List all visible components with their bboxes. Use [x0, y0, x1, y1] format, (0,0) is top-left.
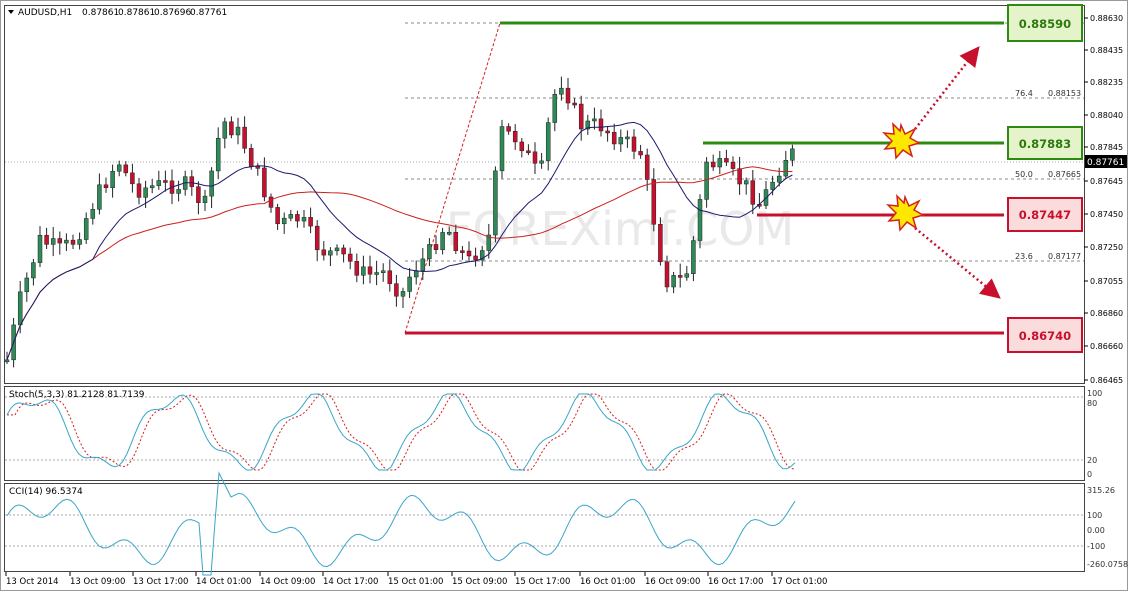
fib-76-price: 0.88153 [1048, 89, 1081, 98]
price-tick-label: 0.86660 [1090, 342, 1123, 351]
price-tick-label: 0.88040 [1090, 111, 1123, 120]
cci-scale-min: -260.0758 [1087, 560, 1128, 569]
time-tick-label: 15 Oct 09:00 [452, 577, 507, 587]
cci-scale-100: 100 [1087, 511, 1102, 520]
stoch-title: Stoch(5,3,3) 81.2128 81.7139 [9, 390, 145, 400]
time-tick-label: 14 Oct 17:00 [323, 577, 378, 587]
symbol-header: AUDUSD,H1 0.87861 0.87861 0.87696 0.8776… [8, 8, 227, 18]
cci-scale-0: 0.00 [1087, 526, 1105, 535]
stoch-scale-20: 20 [1087, 456, 1097, 465]
time-tick-label: 15 Oct 01:00 [388, 577, 443, 587]
fib-23-price: 0.87177 [1048, 252, 1081, 261]
candle [658, 217, 663, 266]
level-box-1[interactable]: 0.87883 [1007, 126, 1083, 160]
price-tick-label: 0.86860 [1090, 309, 1123, 318]
level-label-2: 0.87447 [1019, 208, 1071, 222]
level-label-3: 0.86740 [1019, 329, 1071, 343]
window-frame [0, 0, 1128, 591]
symbol-name: AUDUSD,H1 [18, 8, 72, 18]
ohlc-low: 0.87696 [154, 8, 191, 18]
price-tick-label: 0.87250 [1090, 243, 1123, 252]
level-label-1: 0.87883 [1019, 137, 1071, 151]
price-tick-label: 0.87450 [1090, 210, 1123, 219]
time-tick-label: 13 Oct 2014 [6, 577, 59, 587]
time-tick-label: 17 Oct 01:00 [772, 577, 827, 587]
stoch-scale-100: 100 [1087, 389, 1102, 398]
time-tick-label: 13 Oct 09:00 [70, 577, 125, 587]
stoch-scale-0: 0 [1087, 470, 1092, 479]
time-tick-label: 16 Oct 01:00 [580, 577, 635, 587]
time-tick-label: 14 Oct 09:00 [260, 577, 315, 587]
ohlc-close: 0.87761 [190, 8, 227, 18]
stoch-scale-80: 80 [1087, 399, 1097, 408]
cci-scale-max: 315.26 [1087, 486, 1115, 495]
current-price-label: 0.87761 [1087, 158, 1124, 168]
level-box-0[interactable]: 0.88590 [1007, 4, 1083, 42]
cci-title: CCI(14) 96.5374 [9, 487, 83, 497]
chart-window: FOREXimf.COM 76.4 0.88153 50.0 0.87665 2… [0, 0, 1128, 591]
level-box-2[interactable]: 0.87447 [1007, 197, 1083, 232]
fib-50-ratio: 50.0 [1015, 170, 1033, 179]
fib-23-ratio: 23.6 [1015, 252, 1033, 261]
time-tick-label: 15 Oct 17:00 [515, 577, 570, 587]
price-tick-label: 0.87055 [1090, 277, 1123, 286]
time-tick-label: 13 Oct 17:00 [133, 577, 188, 587]
candle [493, 166, 498, 243]
fib-50-price: 0.87665 [1048, 170, 1081, 179]
price-tick-label: 0.87845 [1090, 143, 1123, 152]
price-tick-label: 0.88630 [1090, 14, 1123, 23]
fib-76-ratio: 76.4 [1015, 89, 1033, 98]
watermark-text: FOREXimf.COM [446, 202, 794, 256]
ohlc-open: 0.87861 [82, 8, 119, 18]
time-tick-label: 16 Oct 09:00 [645, 577, 700, 587]
price-tick-label: 0.86465 [1090, 376, 1123, 385]
chart-canvas[interactable]: FOREXimf.COM 76.4 0.88153 50.0 0.87665 2… [0, 0, 1128, 591]
level-box-3[interactable]: 0.86740 [1007, 317, 1083, 353]
candle [697, 194, 703, 249]
candle [499, 119, 505, 179]
ohlc-high: 0.87861 [118, 8, 155, 18]
cci-scale-minus100: -100 [1087, 542, 1105, 551]
price-tick-label: 0.87645 [1090, 177, 1123, 186]
time-tick-label: 14 Oct 01:00 [196, 577, 251, 587]
price-tick-label: 0.88435 [1090, 46, 1123, 55]
level-label-0: 0.88590 [1019, 17, 1071, 31]
price-tick-label: 0.88235 [1090, 78, 1123, 87]
time-tick-label: 16 Oct 17:00 [708, 577, 763, 587]
